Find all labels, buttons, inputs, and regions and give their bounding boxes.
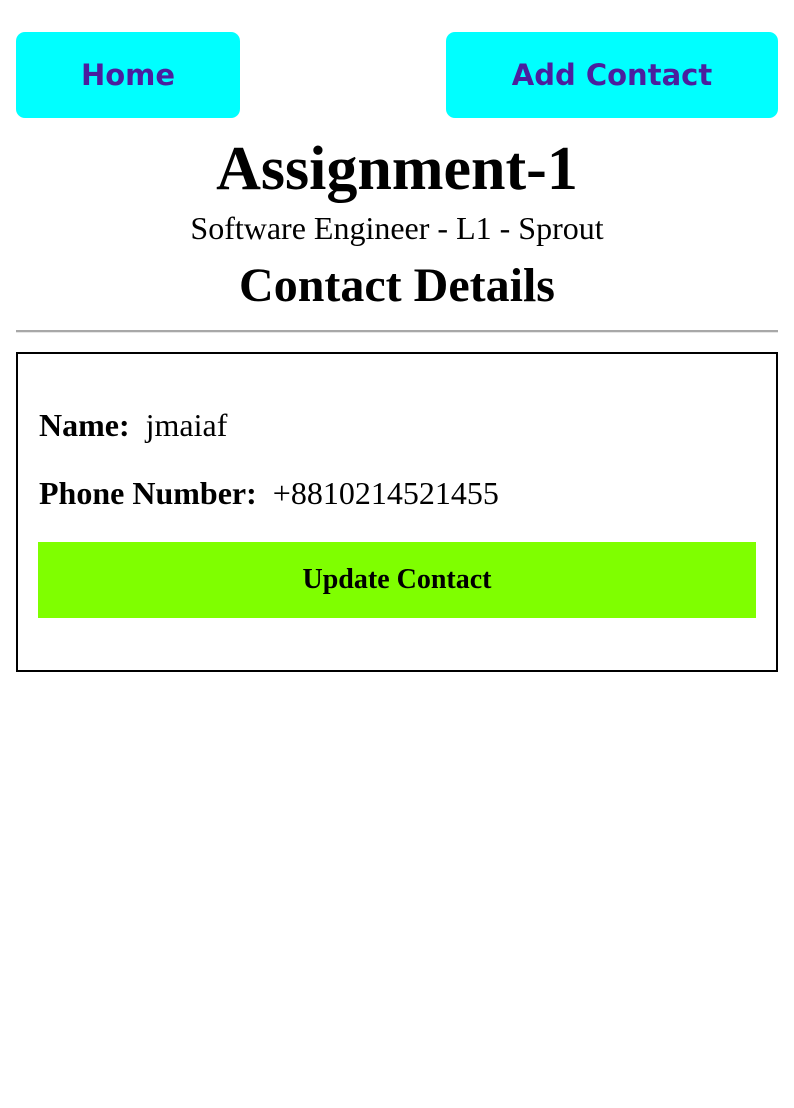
- divider: [16, 330, 778, 333]
- add-contact-button[interactable]: Add Contact: [446, 32, 778, 118]
- contact-name-row: Name: jmaiaf: [39, 406, 227, 444]
- name-value: jmaiaf: [145, 407, 228, 443]
- phone-value: +8810214521455: [272, 475, 499, 511]
- page-title: Assignment-1: [216, 135, 578, 203]
- contact-phone-row: Phone Number: +8810214521455: [39, 474, 499, 512]
- phone-label: Phone Number:: [39, 475, 265, 511]
- home-button[interactable]: Home: [16, 32, 240, 118]
- page-subtitle: Software Engineer - L1 - Sprout: [190, 210, 604, 246]
- update-contact-button[interactable]: Update Contact: [38, 542, 756, 618]
- contact-card: Name: jmaiaf Phone Number: +881021452145…: [16, 352, 778, 672]
- name-label: Name:: [39, 407, 138, 443]
- section-heading: Contact Details: [239, 259, 555, 312]
